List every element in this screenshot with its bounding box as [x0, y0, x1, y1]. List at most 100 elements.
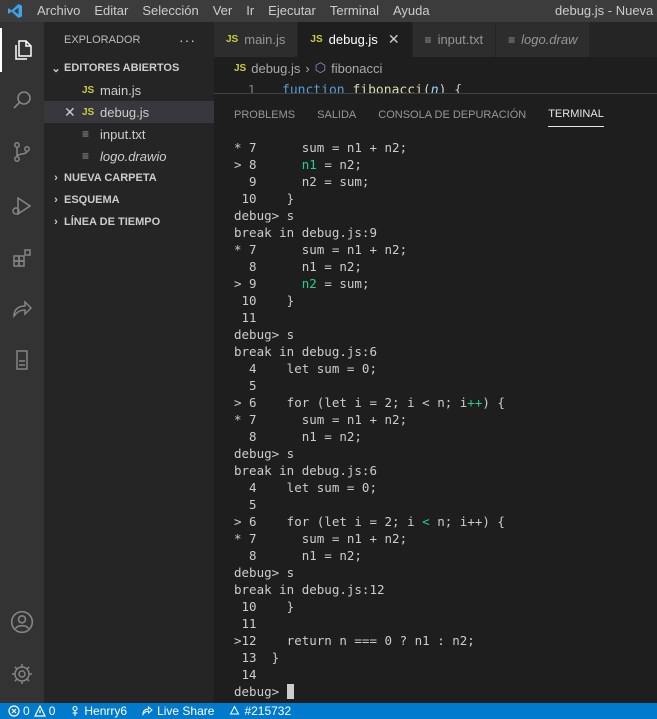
terminal-code: } — [256, 293, 295, 308]
user-indicator[interactable]: Henrry6 — [69, 704, 127, 718]
problems-indicator[interactable]: 0 0 — [8, 704, 55, 718]
tab-label: input.txt — [437, 32, 484, 47]
terminal-line: 14 — [234, 666, 654, 683]
more-actions-icon[interactable]: ··· — [179, 32, 196, 48]
terminal-prefix: 10 — [234, 599, 257, 614]
terminal-highlight: < — [422, 514, 430, 529]
search-icon[interactable] — [0, 78, 44, 122]
terminal-line: > 6 for (let i = 2; i < n; i++) { — [234, 513, 654, 530]
code-keyword: function — [282, 83, 345, 93]
breadcrumb-file[interactable]: debug.js — [251, 61, 300, 76]
tab-output[interactable]: SALIDA — [317, 103, 356, 127]
terminal-prefix: * 7 — [234, 242, 257, 257]
file-name: input.txt — [100, 126, 146, 142]
terminal-line: 11 — [234, 309, 654, 326]
title-bar: Archivo Editar Selección Ver Ir Ejecutar… — [0, 0, 657, 22]
explorer-icon[interactable] — [0, 28, 44, 72]
terminal-line: > 8 n1 = n2; — [234, 156, 654, 173]
terminal-code: let sum = 0; — [256, 480, 377, 495]
live-share-button[interactable]: Live Share — [141, 704, 214, 718]
open-editor-logo-drawio[interactable]: ≡ logo.drawio — [44, 145, 214, 167]
close-icon[interactable]: ✕ — [64, 104, 76, 121]
close-icon[interactable]: ✕ — [388, 31, 400, 48]
terminal-code: sum = n1 + n2; — [256, 531, 408, 546]
terminal-prefix: > 8 — [234, 157, 257, 172]
terminal-line: * 7 sum = n1 + n2; — [234, 411, 654, 428]
tab-terminal[interactable]: TERMINAL — [548, 102, 604, 127]
account-icon[interactable] — [0, 600, 44, 644]
section-esquema[interactable]: › ESQUEMA — [44, 189, 214, 211]
settings-gear-icon[interactable] — [0, 652, 44, 696]
extensions-icon[interactable] — [0, 236, 44, 280]
terminal-line: 5 — [234, 377, 654, 394]
terminal-code: return n === 0 ? n1 : n2; — [256, 633, 475, 648]
error-count: 0 — [23, 704, 30, 718]
chevron-right-icon: › — [305, 60, 310, 76]
terminal-prefix: 14 — [234, 667, 257, 682]
chevron-right-icon: › — [54, 216, 58, 228]
menu-seleccion[interactable]: Selección — [135, 0, 205, 22]
terminal-line: >12 return n === 0 ? n1 : n2; — [234, 632, 654, 649]
tab-main-js[interactable]: JS main.js — [214, 22, 299, 57]
terminal-prefix: > 9 — [234, 276, 257, 291]
menu-bar: Archivo Editar Selección Ver Ir Ejecutar… — [30, 0, 437, 22]
number-indicator[interactable]: #215732 — [228, 704, 291, 718]
js-file-icon: JS — [82, 84, 95, 96]
terminal-prefix: 5 — [234, 497, 257, 512]
bottom-panel: PROBLEMS SALIDA CONSOLA DE DEPURACIÓN TE… — [214, 93, 657, 703]
activity-bar — [0, 22, 44, 703]
tab-problems[interactable]: PROBLEMS — [234, 103, 295, 127]
tab-input-txt[interactable]: ≡ input.txt — [412, 22, 497, 57]
section-linea-de-tiempo[interactable]: › LÍNEA DE TIEMPO — [44, 211, 214, 233]
tab-debug-js[interactable]: JS debug.js ✕ — [298, 22, 413, 57]
terminal-highlight: n2 — [301, 276, 317, 291]
terminal-prefix: 11 — [234, 616, 257, 631]
menu-ejecutar[interactable]: Ejecutar — [261, 0, 323, 22]
editor-tabs: JS main.js JS debug.js ✕ ≡ input.txt ≡ l… — [214, 22, 657, 57]
breadcrumb-symbol[interactable]: fibonacci — [331, 61, 382, 76]
terminal-prefix: debug> s — [234, 327, 295, 342]
run-debug-icon[interactable] — [0, 184, 44, 228]
terminal-code: for (let i = 2; i — [256, 514, 423, 529]
menu-editar[interactable]: Editar — [87, 0, 135, 22]
terminal-prefix: break in debug.js:12 — [234, 582, 385, 597]
open-editor-main-js[interactable]: JS main.js — [44, 79, 214, 101]
terminal-code: for (let i = 2; i < n; i — [256, 395, 468, 410]
tab-debug-console[interactable]: CONSOLA DE DEPURACIÓN — [378, 103, 526, 127]
terminal-prefix: * 7 — [234, 412, 257, 427]
terminal-line: debug> — [234, 683, 654, 700]
terminal-code-after: = sum; — [316, 276, 370, 291]
menu-ir[interactable]: Ir — [239, 0, 261, 22]
source-control-icon[interactable] — [0, 130, 44, 174]
terminal-line: > 6 for (let i = 2; i < n; i++) { — [234, 394, 654, 411]
tab-logo-drawio[interactable]: ≡ logo.draw — [496, 22, 591, 57]
sidebar-title: EXPLORADOR — [64, 33, 141, 46]
panel-tabs: PROBLEMS SALIDA CONSOLA DE DEPURACIÓN TE… — [214, 94, 657, 135]
open-editor-input-txt[interactable]: ≡ input.txt — [44, 123, 214, 145]
js-file-icon: JS — [226, 34, 239, 45]
tab-label: debug.js — [328, 32, 378, 47]
text-file-icon: ≡ — [508, 32, 516, 47]
open-editor-debug-js[interactable]: ✕ JS debug.js — [44, 101, 214, 123]
terminal-output[interactable]: * 7 sum = n1 + n2; > 8 n1 = n2; 9 n2 = su… — [234, 139, 654, 700]
js-file-icon: JS — [310, 34, 323, 45]
live-share-icon[interactable] — [0, 288, 44, 332]
menu-ver[interactable]: Ver — [206, 0, 240, 22]
terminal-prefix: break in debug.js:6 — [234, 463, 377, 478]
editor-code-peek: 1 function fibonacci(n) { — [214, 79, 657, 93]
code-line[interactable]: function fibonacci(n) { — [282, 83, 462, 93]
line-number: 1 — [248, 83, 256, 93]
vscode-logo-icon[interactable] — [0, 0, 30, 22]
menu-terminal[interactable]: Terminal — [323, 0, 386, 22]
code-rest: ) { — [438, 83, 463, 93]
menu-archivo[interactable]: Archivo — [30, 0, 87, 22]
terminal-prefix: 8 — [234, 429, 257, 444]
terminal-prefix: 9 — [234, 174, 257, 189]
terminal-prefix: debug> — [234, 684, 287, 699]
section-open-editors[interactable]: ⌄ EDITORES ABIERTOS — [44, 57, 214, 79]
terminal-line: > 9 n2 = sum; — [234, 275, 654, 292]
section-nueva-carpeta[interactable]: › NUEVA CARPETA — [44, 167, 214, 189]
remote-explorer-icon[interactable] — [0, 338, 44, 382]
menu-ayuda[interactable]: Ayuda — [386, 0, 437, 22]
terminal-prefix: * 7 — [234, 140, 257, 155]
